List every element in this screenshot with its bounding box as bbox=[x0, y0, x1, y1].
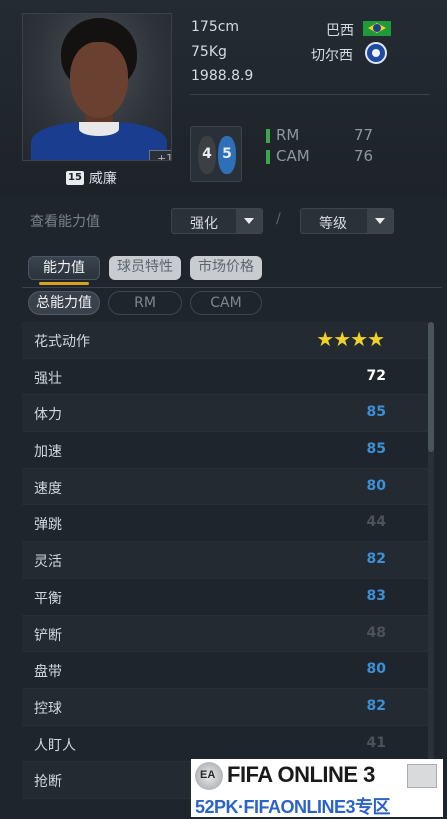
attribute-value: 82 bbox=[366, 697, 386, 714]
attribute-name: 加速 bbox=[34, 444, 62, 461]
attribute-list: 花式动作 ★★★★ 强壮 72 体力 85 加速 85 速度 80 弹跳 44 灵活 82 平衡 83 铲断 48… bbox=[22, 322, 432, 799]
position-rating-cam: 76 bbox=[354, 147, 374, 165]
attribute-row: 速度 80 bbox=[22, 468, 432, 506]
attribute-name: 灵活 bbox=[34, 554, 62, 571]
player-name: 威廉 bbox=[88, 171, 117, 187]
attribute-name: 铲断 bbox=[34, 627, 62, 644]
nationality-label: 巴西 bbox=[326, 23, 354, 39]
club-label: 切尔西 bbox=[311, 48, 353, 64]
attribute-row: 强壮 72 bbox=[22, 358, 432, 396]
attribute-value: 80 bbox=[366, 477, 386, 494]
level-dropdown-value: 等级 bbox=[319, 216, 347, 232]
attribute-row: 体力 85 bbox=[22, 395, 432, 433]
left-foot-rating: 4 bbox=[202, 146, 212, 162]
attribute-name: 花式动作 bbox=[34, 334, 90, 350]
attribute-name: 速度 bbox=[34, 480, 62, 497]
attribute-name: 抢断 bbox=[34, 774, 62, 791]
preferred-foot-indicator: 4 5 bbox=[190, 126, 242, 182]
watermark-subtitle: 52PK·FIFAONLINE3专区 bbox=[195, 797, 391, 817]
player-header-panel: +1 15 威廉 175cm 75Kg 1988.8.9 巴西 切尔西 4 5 … bbox=[0, 0, 447, 195]
attribute-row: 人盯人 41 bbox=[22, 725, 432, 763]
player-weight: 75Kg bbox=[191, 44, 227, 60]
attribute-name: 控球 bbox=[34, 700, 62, 717]
tab-stats[interactable]: 能力值 bbox=[28, 256, 100, 285]
attribute-row: 弹跳 44 bbox=[22, 505, 432, 543]
attribute-value: 85 bbox=[366, 404, 386, 421]
position-label-cam: CAM bbox=[276, 147, 310, 165]
attribute-name: 平衡 bbox=[34, 590, 62, 607]
attribute-value: 80 bbox=[366, 661, 386, 678]
position-bar-cam bbox=[266, 150, 270, 164]
attribute-name: 体力 bbox=[34, 407, 62, 424]
attribute-row: 盘带 80 bbox=[22, 652, 432, 689]
attribute-row: 平衡 83 bbox=[22, 578, 432, 616]
brazil-flag-icon bbox=[363, 21, 391, 36]
tab-bar: 能力值 球员特性 市场价格 bbox=[22, 252, 442, 288]
chevron-down-icon[interactable] bbox=[367, 209, 393, 233]
attribute-row: 铲断 48 bbox=[22, 615, 432, 653]
enhance-dropdown[interactable]: 强化 bbox=[171, 208, 263, 234]
chevron-down-icon[interactable] bbox=[236, 209, 262, 233]
scrollbar-thumb[interactable] bbox=[428, 322, 434, 452]
attribute-row: 灵活 82 bbox=[22, 542, 432, 579]
chelsea-crest-icon bbox=[365, 42, 387, 64]
position-rating-rm: 77 bbox=[354, 126, 374, 144]
tab-market-price[interactable]: 市场价格 bbox=[190, 256, 262, 280]
site-watermark: FIFA ONLINE 3 52PK·FIFAONLINE3专区 bbox=[191, 759, 443, 817]
right-foot-rating: 5 bbox=[222, 146, 232, 162]
view-stats-label: 查看能力值 bbox=[30, 214, 100, 230]
enhance-dropdown-value: 强化 bbox=[190, 216, 218, 232]
attribute-name: 盘带 bbox=[34, 664, 62, 681]
jersey-number: 15 bbox=[66, 171, 84, 185]
attribute-value: 85 bbox=[366, 441, 386, 458]
subtab-rm[interactable]: RM bbox=[108, 291, 182, 315]
attribute-name: 人盯人 bbox=[34, 737, 76, 754]
watermark-title: FIFA ONLINE 3 bbox=[227, 762, 375, 787]
player-birthdate: 1988.8.9 bbox=[191, 68, 254, 84]
attribute-name: 强壮 bbox=[34, 370, 62, 387]
attribute-value: 48 bbox=[366, 624, 386, 641]
tab-player-traits[interactable]: 球员特性 bbox=[109, 256, 181, 280]
player-height: 175cm bbox=[191, 19, 240, 35]
attribute-name: 弹跳 bbox=[34, 517, 62, 534]
position-bar-rm bbox=[266, 129, 270, 143]
skill-stars: ★★★★ bbox=[316, 327, 385, 351]
game-badge-icon bbox=[407, 764, 437, 788]
attribute-value: 44 bbox=[366, 514, 386, 531]
upgrade-level-badge: +1 bbox=[149, 150, 171, 160]
attribute-value: 41 bbox=[366, 734, 386, 751]
ea-sports-logo-icon bbox=[195, 762, 223, 790]
attribute-value: 82 bbox=[366, 551, 386, 568]
attribute-value: 72 bbox=[366, 367, 386, 384]
header-divider bbox=[190, 94, 430, 95]
level-dropdown[interactable]: 等级 bbox=[300, 208, 394, 234]
subtab-overall[interactable]: 总能力值 bbox=[28, 291, 100, 315]
subtab-cam[interactable]: CAM bbox=[190, 291, 262, 315]
player-portrait: +1 bbox=[22, 13, 172, 161]
player-name-row: 15 威廉 bbox=[66, 168, 117, 188]
attribute-value: 83 bbox=[366, 587, 386, 604]
attribute-list-scrollbar[interactable] bbox=[428, 322, 434, 762]
attribute-row: 花式动作 ★★★★ bbox=[22, 322, 432, 359]
attribute-row: 加速 85 bbox=[22, 432, 432, 469]
dropdown-separator: / bbox=[276, 211, 281, 227]
position-label-rm: RM bbox=[276, 126, 300, 144]
attribute-row: 控球 82 bbox=[22, 688, 432, 726]
